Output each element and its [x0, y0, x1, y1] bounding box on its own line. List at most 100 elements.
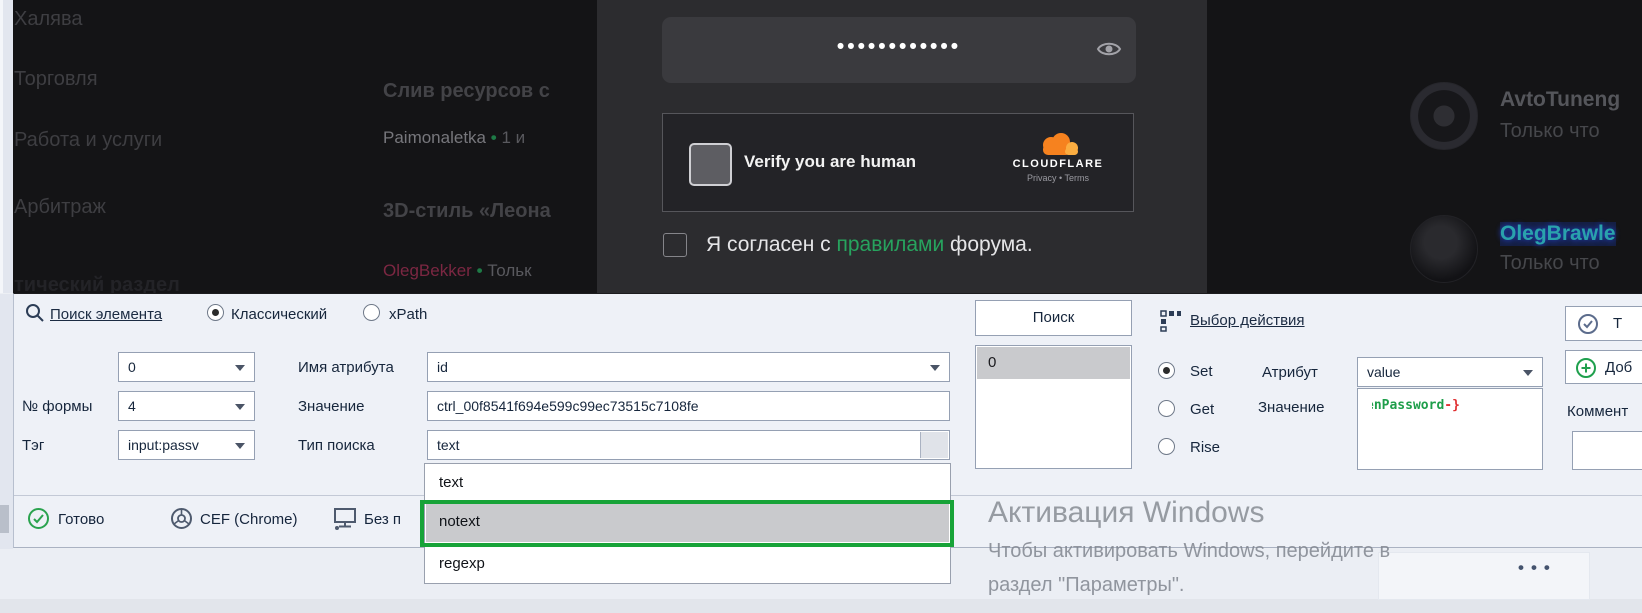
proxy-monitor-icon — [334, 508, 356, 530]
radio-get[interactable] — [1158, 400, 1175, 417]
member-time-1: Только что — [1500, 120, 1600, 142]
action-value-textarea[interactable]: enPassword-} — [1357, 388, 1543, 470]
taskbar-strip — [0, 599, 1642, 613]
search-type-combo[interactable]: text — [427, 430, 950, 460]
agree-rules-label: Я согласен с правилами форума. — [706, 233, 1033, 257]
add-button-label: Доб — [1605, 359, 1633, 376]
test-button[interactable]: Т — [1565, 306, 1642, 341]
member-name-avtotuneng[interactable]: AvtoTuneng — [1500, 88, 1620, 112]
gutter-scroll-thumb[interactable] — [0, 505, 9, 533]
windows-activation-line1: Чтобы активировать Windows, перейдите в — [988, 540, 1391, 562]
tag-dropdown[interactable]: input:passv — [118, 430, 255, 460]
results-listbox[interactable]: 0 — [975, 345, 1132, 469]
search-button[interactable]: Поиск — [975, 300, 1132, 336]
thread-time-1: 1 и — [501, 128, 526, 147]
form-number-dropdown[interactable]: 4 — [118, 391, 255, 421]
cef-browser-icon — [171, 508, 192, 529]
action-attr-value: value — [1367, 364, 1401, 380]
value-input[interactable]: ctrl_00f8541f694e599c99ec73515c7108fe — [427, 391, 950, 421]
cloudflare-turnstile-widget: Verify you are human CLOUDFLARE Privacy … — [662, 113, 1134, 212]
form-number-label: № формы — [22, 398, 93, 415]
radio-set[interactable] — [1158, 362, 1175, 379]
radio-set-label[interactable]: Set — [1190, 363, 1213, 380]
thread-title-1[interactable]: Слив ресурсов с — [383, 80, 550, 103]
password-input[interactable]: •••••••••••• — [662, 17, 1136, 83]
sidebar-item-rabota[interactable]: Работа и услуги — [14, 129, 162, 152]
comment-label: Коммент — [1567, 403, 1629, 420]
option-text[interactable]: text — [426, 465, 949, 503]
chevron-down-icon — [235, 404, 245, 410]
show-password-eye-icon[interactable] — [1096, 38, 1122, 60]
radio-rise[interactable] — [1158, 438, 1175, 455]
cloudflare-cloud-icon — [1043, 133, 1078, 155]
value-segment-green: enPassword — [1372, 398, 1445, 413]
radio-rise-label[interactable]: Rise — [1190, 439, 1220, 456]
page-scrollbar[interactable] — [0, 0, 13, 293]
screenshot-root: Халява Торговля Работа и услуги Арбитраж… — [0, 0, 1642, 613]
ready-check-icon — [28, 508, 49, 529]
search-type-value: text — [437, 437, 460, 453]
chevron-down-icon — [1523, 370, 1533, 376]
meta-dot-icon: • — [490, 128, 497, 147]
chevron-down-icon — [235, 365, 245, 371]
cloudflare-verify-label: Verify you are human — [744, 152, 916, 171]
thread-author-2[interactable]: OlegBekker — [383, 261, 472, 280]
element-index-dropdown[interactable]: 0 — [118, 352, 255, 382]
registration-modal: •••••••••••• Verify you are human CLOUDF… — [597, 0, 1207, 293]
search-element-link[interactable]: Поиск элемента — [50, 306, 162, 323]
search-icon — [25, 303, 45, 323]
radio-classic-label[interactable]: Классический — [231, 306, 327, 323]
avatar-avtotuneng[interactable] — [1410, 82, 1478, 150]
cloudflare-verify-checkbox[interactable] — [689, 143, 732, 186]
attr-name-value: id — [437, 359, 448, 375]
result-row-0[interactable]: 0 — [977, 347, 1130, 379]
value-segment-red: -} — [1444, 398, 1460, 413]
cloudflare-privacy-terms[interactable]: Privacy • Terms — [999, 173, 1117, 183]
agree-rules-checkbox[interactable] — [663, 233, 687, 257]
sidebar-item-halyava[interactable]: Халява — [14, 8, 83, 31]
add-button[interactable]: Доб — [1565, 350, 1642, 384]
highlighted-option-frame — [420, 500, 954, 547]
chevron-down-icon — [235, 443, 245, 449]
status-proxy[interactable]: Без п — [364, 511, 422, 528]
thread-author-1[interactable]: Paimonaletka — [383, 128, 486, 147]
windows-activation-line2: раздел "Параметры". — [988, 574, 1185, 596]
member-time-2: Только что — [1500, 252, 1600, 274]
cloudflare-brand-text: CLOUDFLARE — [1012, 158, 1104, 170]
chevron-down-icon — [930, 365, 940, 371]
member-name-olegbrawle[interactable]: OlegBrawle — [1500, 222, 1616, 246]
radio-xpath-label[interactable]: xPath — [389, 306, 427, 323]
thread-title-2[interactable]: 3D-стиль «Леона — [383, 200, 551, 223]
circle-check-icon — [1578, 314, 1598, 334]
status-browser[interactable]: CEF (Chrome) — [200, 511, 298, 528]
radio-classic[interactable] — [207, 304, 224, 321]
status-ready: Готово — [58, 511, 105, 528]
sidebar-item-arbitrazh[interactable]: Арбитраж — [14, 196, 106, 219]
thread-meta-1: Paimonaletka • 1 и — [383, 128, 525, 148]
action-grid-icon — [1160, 310, 1182, 332]
thread-meta-2: OlegBekker • Тольк — [383, 261, 532, 281]
tag-value: input:passv — [128, 437, 199, 453]
action-attr-combo[interactable]: value — [1357, 357, 1543, 387]
form-number-value: 4 — [128, 398, 136, 414]
meta-dot-icon: • — [476, 261, 483, 280]
search-type-label: Тип поиска — [298, 437, 375, 454]
value-input-text: ctrl_00f8541f694e599c99ec73515c7108fe — [437, 398, 699, 414]
windows-activation-title: Активация Windows — [988, 496, 1265, 529]
rules-link[interactable]: правилами — [837, 233, 945, 256]
sidebar-item-torgovlya[interactable]: Торговля — [14, 68, 98, 91]
attr-name-label: Имя атрибута — [298, 359, 394, 376]
radio-xpath[interactable] — [363, 304, 380, 321]
action-select-link[interactable]: Выбор действия — [1190, 312, 1305, 329]
more-options-dots[interactable]: ••• — [1518, 558, 1557, 578]
avatar-olegbrawle[interactable] — [1410, 215, 1478, 283]
combo-dropdown-button[interactable] — [920, 432, 948, 458]
agree-prefix: Я согласен с — [706, 233, 837, 256]
comment-input[interactable] — [1572, 431, 1642, 470]
option-regexp[interactable]: regexp — [426, 546, 949, 584]
radio-get-label[interactable]: Get — [1190, 401, 1214, 418]
tag-label: Тэг — [22, 437, 45, 454]
attr-name-combo[interactable]: id — [427, 352, 950, 382]
element-index-value: 0 — [128, 359, 136, 375]
value-label: Значение — [298, 398, 365, 415]
